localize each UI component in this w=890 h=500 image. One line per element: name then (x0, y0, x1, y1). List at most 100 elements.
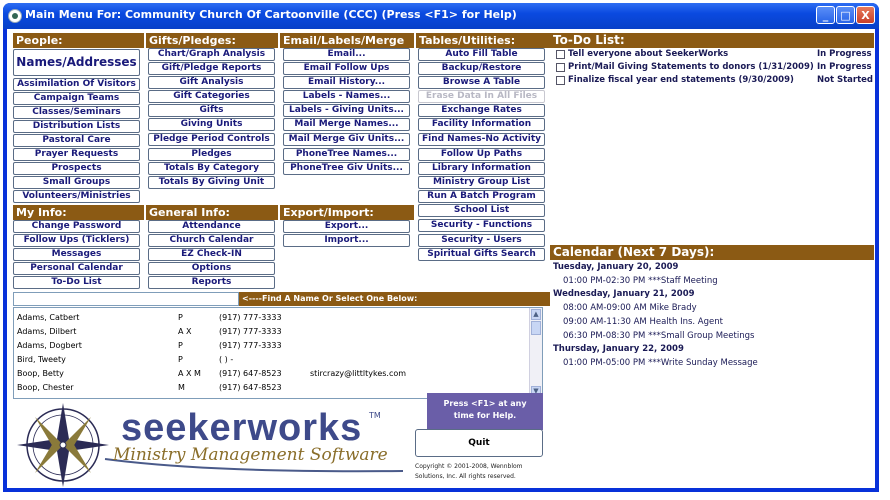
giving-units-button[interactable]: Giving Units (148, 118, 275, 131)
list-item[interactable]: Adams, Dogbert P (917) 777-3333 (14, 339, 526, 353)
todo-item[interactable]: Print/Mail Giving Statements to donors (… (552, 61, 874, 74)
todo-item[interactable]: Tell everyone about SeekerWorks In Progr… (552, 48, 874, 61)
options-button[interactable]: Options (148, 262, 275, 275)
distribution-lists-button[interactable]: Distribution Lists (13, 120, 140, 133)
campaign-teams-button[interactable]: Campaign Teams (13, 92, 140, 105)
browse-table-button[interactable]: Browse A Table (418, 76, 545, 89)
list-item[interactable]: Bird, Tweety P ( ) - (14, 353, 526, 367)
labels-giving-units-button[interactable]: Labels - Giving Units... (283, 104, 410, 117)
spiritual-gifts-search-button[interactable]: Spiritual Gifts Search (418, 248, 545, 261)
calendar-event[interactable]: 09:00 AM-11:30 AM Health Ins. Agent (563, 316, 723, 328)
attendance-button[interactable]: Attendance (148, 220, 275, 233)
exchange-rates-button[interactable]: Exchange Rates (418, 104, 545, 117)
todo-list-button[interactable]: To-Do List (13, 276, 140, 289)
calendar-day: Tuesday, January 20, 2009 (553, 262, 679, 272)
todo-checkbox[interactable] (556, 63, 565, 72)
gift-pledge-reports-button[interactable]: Gift/Pledge Reports (148, 62, 275, 75)
small-groups-button[interactable]: Small Groups (13, 176, 140, 189)
gifts-button[interactable]: Gifts (148, 104, 275, 117)
list-item[interactable]: Adams, Dilbert A X (917) 777-3333 (14, 325, 526, 339)
classes-seminars-button[interactable]: Classes/Seminars (13, 106, 140, 119)
list-item-phone: (917) 647-8523 (219, 369, 282, 378)
calendar-event[interactable]: 01:00 PM-02:30 PM ***Staff Meeting (563, 275, 718, 287)
calendar-header: Calendar (Next 7 Days): (550, 245, 874, 260)
calendar-event[interactable]: 01:00 PM-05:00 PM ***Write Sunday Messag… (563, 357, 758, 369)
library-information-button[interactable]: Library Information (418, 162, 545, 175)
list-item-phone: (917) 777-3333 (219, 327, 282, 336)
name-list[interactable]: Adams, Catbert P (917) 777-3333 Adams, D… (13, 307, 543, 399)
title-bar[interactable]: Main Menu For: Community Church Of Carto… (3, 3, 879, 29)
name-list-scrollbar[interactable]: ▲ ▼ (529, 308, 542, 398)
tagline: Ministry Management Software (113, 445, 388, 465)
list-item[interactable]: Boop, Betty A X M (917) 647-8523 stircra… (14, 367, 526, 381)
ez-check-in-button[interactable]: EZ Check-IN (148, 248, 275, 261)
email-button[interactable]: Email... (283, 48, 410, 61)
export-button[interactable]: Export... (283, 220, 410, 233)
todo-text: Tell everyone about SeekerWorks (568, 49, 729, 59)
todo-status: In Progress (817, 62, 872, 72)
change-password-button[interactable]: Change Password (13, 220, 140, 233)
church-calendar-button[interactable]: Church Calendar (148, 234, 275, 247)
list-item-phone: ( ) - (219, 355, 234, 364)
run-batch-program-button[interactable]: Run A Batch Program (418, 190, 545, 203)
gift-categories-button[interactable]: Gift Categories (148, 90, 275, 103)
messages-button[interactable]: Messages (13, 248, 140, 261)
totals-by-category-button[interactable]: Totals By Category (148, 162, 275, 175)
list-item-email: stircrazy@littltykes.com (310, 369, 407, 378)
phonetree-names-button[interactable]: PhoneTree Names... (283, 148, 410, 161)
gift-analysis-button[interactable]: Gift Analysis (148, 76, 275, 89)
erase-data-button: Erase Data In All Files (418, 90, 545, 103)
prayer-requests-button[interactable]: Prayer Requests (13, 148, 140, 161)
follow-up-paths-button[interactable]: Follow Up Paths (418, 148, 545, 161)
calendar-event[interactable]: 06:30 PM-08:30 PM ***Small Group Meeting… (563, 330, 754, 342)
minimize-button[interactable]: _ (816, 6, 835, 24)
names-addresses-button[interactable]: Names/Addresses (13, 49, 140, 76)
my-info-header: My Info: (13, 205, 144, 220)
find-name-input[interactable] (13, 292, 239, 306)
mail-merge-names-button[interactable]: Mail Merge Names... (283, 118, 410, 131)
ministry-group-list-button[interactable]: Ministry Group List (418, 176, 545, 189)
copyright: Copyright © 2001-2008, Wennblom Solution… (415, 462, 555, 482)
security-users-button[interactable]: Security - Users (418, 234, 545, 247)
pledges-button[interactable]: Pledges (148, 148, 275, 161)
follow-ups-ticklers-button[interactable]: Follow Ups (Ticklers) (13, 234, 140, 247)
school-list-button[interactable]: School List (418, 204, 545, 217)
email-follow-ups-button[interactable]: Email Follow Ups (283, 62, 410, 75)
list-item-flags: P (178, 355, 183, 364)
personal-calendar-button[interactable]: Personal Calendar (13, 262, 140, 275)
import-button[interactable]: Import... (283, 234, 410, 247)
calendar-event[interactable]: 08:00 AM-09:00 AM Mike Brady (563, 302, 697, 314)
todo-checkbox[interactable] (556, 50, 565, 59)
backup-restore-button[interactable]: Backup/Restore (418, 62, 545, 75)
auto-fill-table-button[interactable]: Auto Fill Table (418, 48, 545, 61)
find-names-no-activity-button[interactable]: Find Names-No Activity (418, 133, 545, 146)
assimilation-visitors-button[interactable]: Assimilation Of Visitors (13, 78, 140, 91)
todo-item[interactable]: Finalize fiscal year end statements (9/3… (552, 74, 874, 87)
todo-status: Not Started (817, 75, 874, 85)
list-item-name: Boop, Betty (17, 369, 64, 378)
phonetree-giv-units-button[interactable]: PhoneTree Giv Units... (283, 162, 410, 175)
tables-header: Tables/Utilities: (416, 33, 550, 48)
close-button[interactable]: X (856, 6, 875, 24)
list-item[interactable]: Adams, Catbert P (917) 777-3333 (14, 311, 526, 325)
scroll-up-icon[interactable]: ▲ (531, 309, 541, 320)
window-title: Main Menu For: Community Church Of Carto… (25, 8, 517, 21)
scroll-thumb[interactable] (531, 321, 541, 335)
labels-names-button[interactable]: Labels - Names... (283, 90, 410, 103)
security-functions-button[interactable]: Security - Functions (418, 219, 545, 232)
facility-information-button[interactable]: Facility Information (418, 118, 545, 131)
todo-checkbox[interactable] (556, 76, 565, 85)
email-history-button[interactable]: Email History... (283, 76, 410, 89)
chart-graph-analysis-button[interactable]: Chart/Graph Analysis (148, 48, 275, 61)
reports-button[interactable]: Reports (148, 276, 275, 289)
people-header: People: (13, 33, 144, 48)
volunteers-ministries-button[interactable]: Volunteers/Ministries (13, 190, 140, 203)
maximize-button[interactable]: □ (836, 6, 855, 24)
copyright-line1: Copyright © 2001-2008, Wennblom (415, 463, 523, 470)
pledge-period-controls-button[interactable]: Pledge Period Controls (148, 133, 275, 146)
totals-by-giving-unit-button[interactable]: Totals By Giving Unit (148, 176, 275, 189)
quit-button[interactable]: Quit (415, 429, 543, 457)
prospects-button[interactable]: Prospects (13, 162, 140, 175)
pastoral-care-button[interactable]: Pastoral Care (13, 134, 140, 147)
mail-merge-giv-units-button[interactable]: Mail Merge Giv Units... (283, 133, 410, 146)
